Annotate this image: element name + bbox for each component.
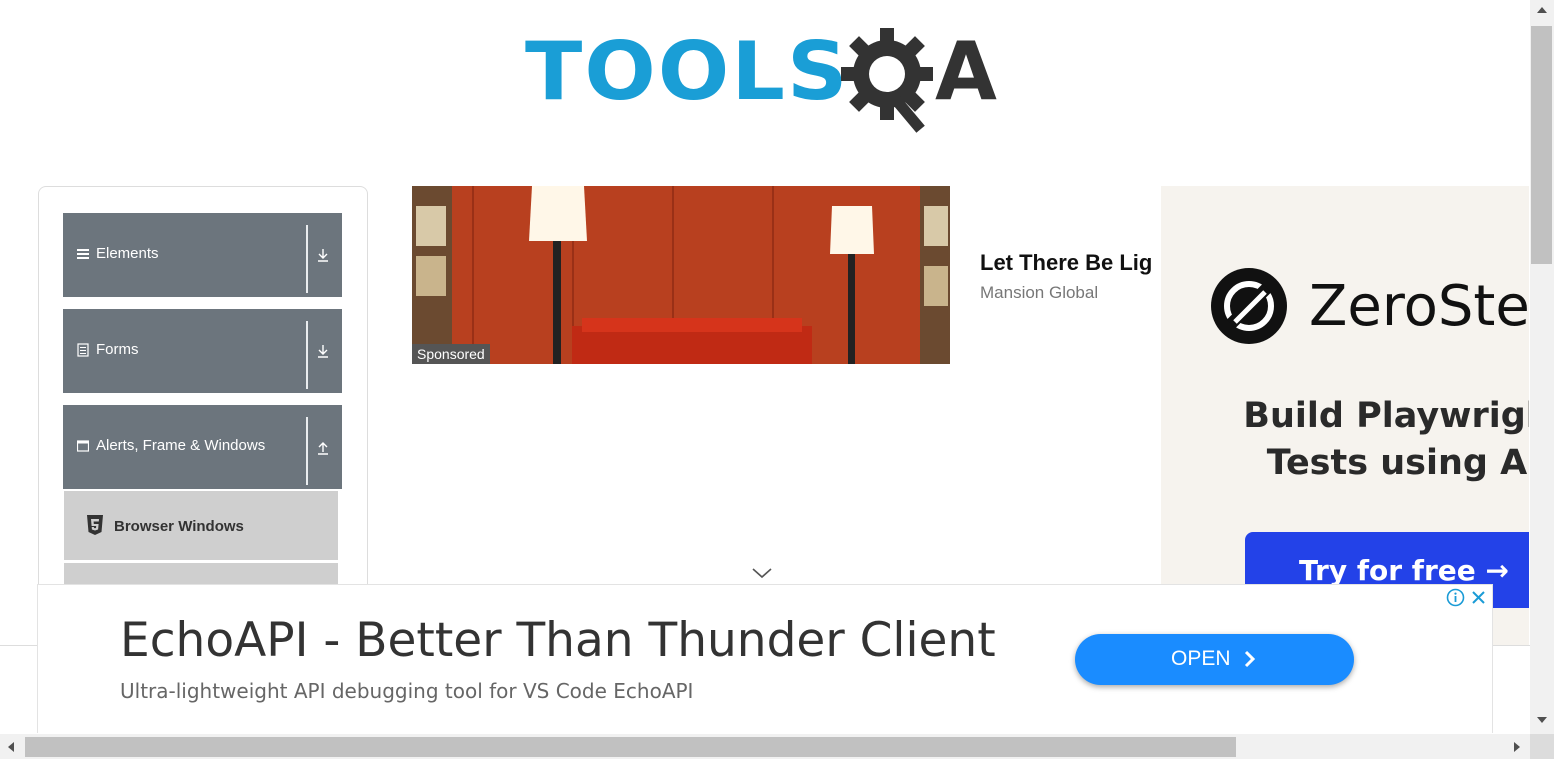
scroll-left-icon[interactable] (6, 740, 16, 754)
zerostep-logo-icon (1211, 268, 1287, 344)
horizontal-scrollbar-thumb[interactable] (25, 737, 1236, 757)
logo-a-text: A (935, 25, 997, 118)
document-icon (77, 343, 89, 357)
zerostep-brand: ZeroSte (1309, 274, 1529, 339)
banner-subtitle[interactable]: Ultra-lightweight API debugging tool for… (120, 679, 693, 703)
sidebar-item-browser-windows[interactable]: Browser Windows (64, 491, 338, 560)
zerostep-line2: Tests using A (1266, 443, 1528, 483)
chevron-down-icon[interactable] (751, 566, 773, 580)
toolsqa-logo[interactable]: TOOLS A (525, 22, 1011, 136)
echoapi-banner-ad[interactable]: EchoAPI - Better Than Thunder Client Ult… (37, 584, 1493, 733)
upload-arrow-icon[interactable] (315, 439, 331, 455)
sidebar: Elements Forms Alerts, Frame & Windows B… (38, 186, 368, 607)
group-divider (306, 417, 308, 485)
sponsored-ad-image[interactable]: Sponsored (412, 186, 950, 364)
try-for-free-label: Try for free → (1299, 554, 1509, 587)
vertical-scrollbar-thumb[interactable] (1531, 26, 1552, 264)
zerostep-line1: Build Playwrigh (1243, 396, 1529, 436)
ad-close-icon[interactable] (1468, 587, 1489, 608)
divider-line (0, 645, 37, 646)
hamburger-icon (77, 249, 89, 259)
open-label: OPEN (1171, 647, 1231, 670)
sponsored-tag: Sponsored (412, 344, 490, 364)
chevron-right-icon (1244, 650, 1256, 668)
ad-headline[interactable]: Let There Be Lig (980, 250, 1163, 276)
room-photo (412, 186, 950, 364)
group-divider (306, 321, 308, 389)
sidebar-group-elements[interactable]: Elements (63, 213, 342, 297)
scroll-down-icon[interactable] (1535, 715, 1549, 725)
scroll-right-icon[interactable] (1512, 740, 1522, 754)
download-arrow-icon[interactable] (315, 247, 331, 263)
sidebar-group-label: Forms (96, 341, 139, 358)
ad-info-icon[interactable] (1445, 587, 1466, 608)
gear-magnifier-icon (841, 28, 933, 133)
sidebar-group-forms[interactable]: Forms (63, 309, 342, 393)
scrollbar-corner (1530, 734, 1554, 759)
sidebar-group-label: Elements (96, 245, 159, 262)
logo-tools-text: TOOLS (525, 25, 850, 118)
zerostep-ad[interactable]: ZeroSte Build Playwrigh Tests using A Tr… (1161, 186, 1529, 646)
open-button[interactable]: OPEN (1075, 634, 1354, 685)
sidebar-group-label: Alerts, Frame & Windows (96, 437, 266, 454)
html5-icon (87, 515, 103, 535)
group-divider (306, 225, 308, 293)
download-arrow-icon[interactable] (315, 343, 331, 359)
banner-title[interactable]: EchoAPI - Better Than Thunder Client (120, 613, 996, 668)
sidebar-group-alerts-frame-windows[interactable]: Alerts, Frame & Windows (63, 405, 342, 489)
sidebar-item-label: Browser Windows (114, 518, 244, 535)
divider-line (1491, 645, 1530, 646)
window-icon (77, 440, 89, 452)
ad-source[interactable]: Mansion Global (980, 283, 1098, 303)
scroll-up-icon[interactable] (1535, 5, 1549, 15)
